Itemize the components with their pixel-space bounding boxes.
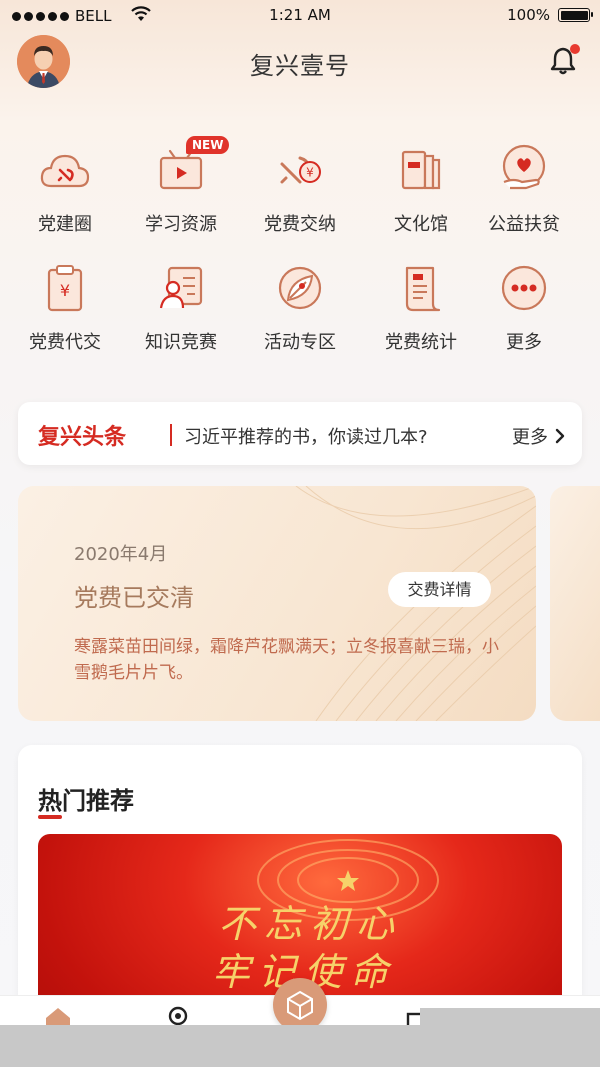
next-card-peek[interactable] [550,486,600,721]
grid-item-label: 党费统计 [385,332,457,353]
news-ticker-text[interactable]: 习近平推荐的书，你读过几本? [184,423,428,449]
battery-label: 100% [507,6,550,24]
new-badge: NEW [186,136,230,154]
grid-item-activity[interactable]: 活动专区 [240,260,360,354]
grid-item-culture[interactable]: 文化馆 [361,142,481,236]
fee-card-poem: 寒露菜苗田间绿，霜降芦花飘满天；立冬报喜献三瑞，小雪鹅毛片片飞。 [74,637,499,683]
section-title: 热门推荐 [38,787,134,815]
notification-dot [570,44,580,54]
battery-icon [558,8,593,22]
clipboard-yuan-icon: ¥ [47,265,83,312]
grid-item-label: 学习资源 [145,214,217,235]
grid-item-label: 知识竞赛 [145,332,217,353]
svg-text:¥: ¥ [60,281,70,300]
fee-status-card[interactable]: 2020年4月 党费已交清 交费详情 寒露菜苗田间绿，霜降芦花飘满天；立冬报喜献… [18,486,536,721]
notification-button[interactable] [548,44,580,76]
grid-item-statistics[interactable]: 党费统计 [361,260,481,354]
leaf-circle-icon [278,266,322,310]
fee-period: 2020年4月 [74,544,168,565]
news-ticker-brand: 复兴头条 [38,425,127,450]
grid-item-proxy-payment[interactable]: ¥ 党费代交 [5,260,125,354]
status-bar: BELL 1:21 AM 100% [0,0,600,32]
svg-text:¥: ¥ [306,166,314,180]
books-icon [401,150,441,190]
party-yuan-icon: ¥ [280,156,321,184]
news-more-link[interactable]: 更多 [512,423,566,449]
grid-item-label: 党费交纳 [264,214,336,235]
grid-item-label: 党费代交 [29,332,101,353]
grid-item-label: 党建圈 [38,214,92,235]
grid-item-charity[interactable]: 公益扶贫 [464,142,584,236]
party-cloud-icon [40,154,90,188]
grid-item-label: 文化馆 [394,214,448,235]
page-title: 复兴壹号 [250,52,350,80]
grid-item-learning[interactable]: 学习资源 [121,142,241,236]
more-dots-icon [501,265,547,311]
grid-item-label: 活动专区 [264,332,336,353]
title-underline [38,815,62,819]
fee-details-button[interactable]: 交费详情 [388,572,491,607]
chevron-right-icon [555,428,565,444]
heart-hand-icon [502,144,546,190]
receipt-icon [405,266,441,312]
cube-icon [287,990,313,1021]
grid-item-more[interactable]: 更多 [464,260,584,354]
grid-item-fee-payment[interactable]: ¥ 党费交纳 [240,142,360,236]
overlay-strip [420,1008,600,1025]
battery: 100% [507,6,593,24]
app-header: 复兴壹号 [0,32,600,92]
person-board-icon [159,266,203,309]
more-label: 更多 [512,427,548,448]
grid-item-quiz[interactable]: 知识竞赛 [121,260,241,354]
center-action-button[interactable] [273,978,327,1032]
divider [170,424,172,446]
fee-status: 党费已交清 [74,584,194,612]
grid-item-label: 公益扶贫 [488,214,560,235]
grid-item-party-circle[interactable]: 党建圈 [5,142,125,236]
news-ticker[interactable]: 复兴头条 习近平推荐的书，你读过几本? 更多 [18,402,582,465]
grid-item-label: 更多 [506,332,542,353]
slogan-line-1: 不忘初心 [218,902,403,946]
bottom-overlay [0,1025,600,1067]
